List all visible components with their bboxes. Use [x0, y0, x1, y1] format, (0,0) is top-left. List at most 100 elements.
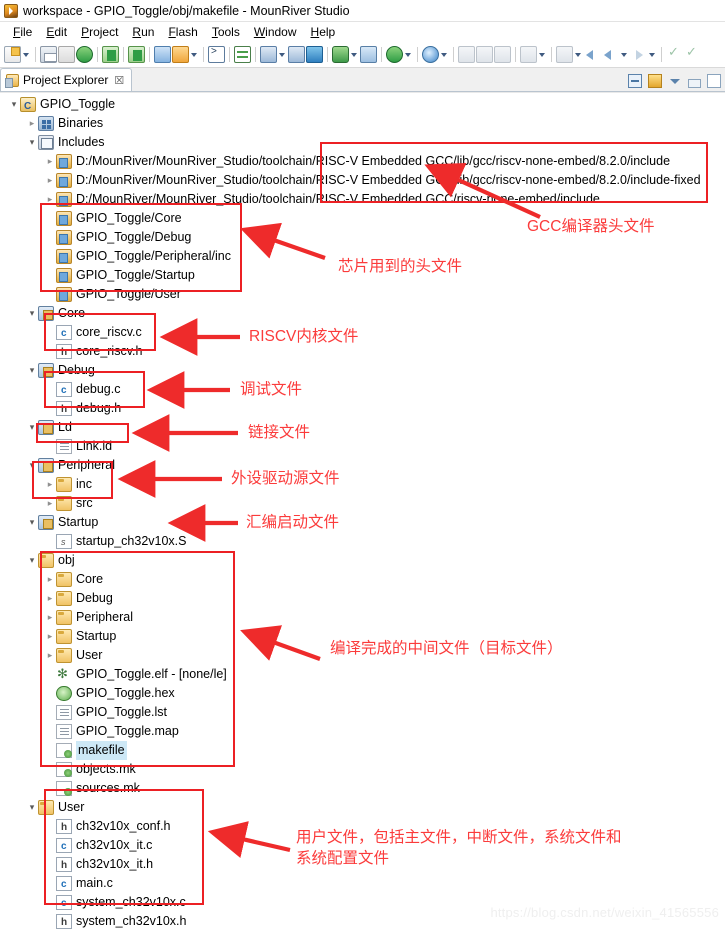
tree-item[interactable]: Core: [44, 570, 103, 589]
tree-item[interactable]: obj: [26, 551, 75, 570]
tree-item[interactable]: system_ch32v10x.c: [44, 893, 186, 913]
chevron-right-icon[interactable]: [44, 494, 56, 513]
chevron-right-icon[interactable]: [44, 608, 56, 627]
chevron-down-icon[interactable]: [26, 133, 38, 152]
tree-item[interactable]: Binaries: [26, 114, 103, 133]
menu-file[interactable]: File: [6, 24, 39, 40]
tree-item[interactable]: Ld: [26, 418, 72, 437]
profile-dropdown[interactable]: [404, 46, 413, 63]
search-icon[interactable]: [422, 46, 439, 63]
save-all-icon[interactable]: [58, 46, 75, 63]
toggle-mark-icon[interactable]: [520, 46, 537, 63]
chevron-right-icon[interactable]: [44, 171, 56, 190]
profile-icon[interactable]: [386, 46, 403, 63]
tree-item[interactable]: D:/MounRiver/MounRiver_Studio/toolchain/…: [44, 152, 670, 171]
tree-item[interactable]: sources.mk: [44, 779, 140, 798]
tab-project-explorer[interactable]: Project Explorer ☒: [0, 68, 133, 91]
menu-flash[interactable]: Flash: [161, 24, 204, 40]
open-console-icon[interactable]: [234, 46, 251, 63]
tree-item[interactable]: inc: [44, 475, 92, 494]
tree-item[interactable]: core_riscv.h: [44, 342, 142, 362]
menu-project[interactable]: Project: [74, 24, 125, 40]
chevron-down-icon[interactable]: [26, 513, 38, 532]
bookmark-icon[interactable]: [556, 46, 573, 63]
build-project-icon[interactable]: [76, 46, 93, 63]
tree-item[interactable]: ch32v10x_conf.h: [44, 817, 171, 837]
manage-configs-dropdown[interactable]: [190, 46, 199, 63]
tree-item[interactable]: debug.h: [44, 399, 121, 419]
chevron-down-icon[interactable]: [26, 418, 38, 437]
search-dropdown[interactable]: [440, 46, 449, 63]
tree-item[interactable]: GPIO_Toggle.elf - [none/le]: [44, 664, 227, 684]
tree-item[interactable]: Startup: [44, 627, 116, 646]
build-all-icon[interactable]: [102, 46, 119, 63]
tree-item[interactable]: Link.ld: [44, 437, 112, 456]
debug-dropdown[interactable]: [350, 46, 359, 63]
menu-tools[interactable]: Tools: [205, 24, 247, 40]
link-with-editor-icon[interactable]: [648, 74, 662, 88]
tree-item[interactable]: src: [44, 494, 93, 513]
back-icon[interactable]: [602, 46, 619, 63]
check-alt-icon[interactable]: [684, 44, 701, 63]
chevron-down-icon[interactable]: [26, 304, 38, 323]
next-annotation-icon[interactable]: [458, 46, 475, 63]
save-icon[interactable]: [40, 46, 57, 63]
chevron-right-icon[interactable]: [26, 114, 38, 133]
new-file-icon[interactable]: [4, 46, 21, 63]
chevron-right-icon[interactable]: [44, 570, 56, 589]
tree-item[interactable]: GPIO_Toggle/Startup: [44, 266, 195, 285]
forward-icon[interactable]: [630, 46, 647, 63]
tree-item[interactable]: D:/MounRiver/MounRiver_Studio/toolchain/…: [44, 171, 701, 190]
chevron-down-icon[interactable]: [8, 95, 20, 114]
chevron-down-icon[interactable]: [26, 798, 38, 817]
last-edit-location-icon[interactable]: [494, 46, 511, 63]
back-dropdown[interactable]: [620, 46, 629, 63]
tree-item[interactable]: GPIO_Toggle/Peripheral/inc: [44, 247, 231, 266]
chevron-right-icon[interactable]: [44, 190, 56, 209]
new-file-dropdown[interactable]: [22, 46, 31, 63]
tree-item[interactable]: ch32v10x_it.c: [44, 836, 152, 856]
open-terminal-icon[interactable]: [208, 46, 225, 63]
download-icon[interactable]: [260, 46, 277, 63]
bookmark-dropdown[interactable]: [574, 46, 583, 63]
tree-item[interactable]: Debug: [26, 361, 95, 380]
tree-item[interactable]: core_riscv.c: [44, 323, 142, 343]
chevron-down-icon[interactable]: [26, 551, 38, 570]
download-all-icon[interactable]: [288, 46, 305, 63]
run-icon[interactable]: [360, 46, 377, 63]
view-menu-icon[interactable]: [668, 74, 682, 88]
build-config-icon[interactable]: [128, 46, 145, 63]
menu-help[interactable]: Help: [304, 24, 343, 40]
tree-item[interactable]: Core: [26, 304, 85, 323]
tree-item[interactable]: Peripheral: [26, 456, 115, 475]
tree-item[interactable]: User: [44, 646, 102, 665]
new-cproject-icon[interactable]: [154, 46, 171, 63]
menu-run[interactable]: Run: [125, 24, 161, 40]
tree-item[interactable]: Includes: [26, 133, 105, 152]
chevron-right-icon[interactable]: [44, 627, 56, 646]
tree-item[interactable]: GPIO_Toggle.hex: [44, 684, 175, 703]
maximize-icon[interactable]: [707, 74, 721, 88]
previous-annotation-icon[interactable]: [476, 46, 493, 63]
toggle-mark-dropdown[interactable]: [538, 46, 547, 63]
tree-item[interactable]: startup_ch32v10x.S: [44, 532, 187, 552]
stack-icon[interactable]: [306, 46, 323, 63]
tree-item[interactable]: Debug: [44, 589, 113, 608]
collapse-all-icon[interactable]: [628, 74, 642, 88]
tree-item[interactable]: GPIO_Toggle: [8, 95, 115, 116]
download-dropdown[interactable]: [278, 46, 287, 63]
close-icon[interactable]: ☒: [114, 74, 124, 87]
tree-item[interactable]: debug.c: [44, 380, 120, 400]
tree-item[interactable]: D:/MounRiver/MounRiver_Studio/toolchain/…: [44, 190, 600, 209]
chevron-right-icon[interactable]: [44, 475, 56, 494]
tree-item[interactable]: GPIO_Toggle/Core: [44, 209, 182, 228]
tree-item[interactable]: main.c: [44, 874, 113, 894]
forward-dropdown[interactable]: [648, 46, 657, 63]
tree-item[interactable]: Startup: [26, 513, 98, 532]
chevron-right-icon[interactable]: [44, 152, 56, 171]
check-icon[interactable]: [666, 44, 683, 63]
back-small-icon[interactable]: [584, 46, 601, 63]
chevron-down-icon[interactable]: [26, 361, 38, 380]
tree-item[interactable]: objects.mk: [44, 760, 136, 779]
tree-item[interactable]: system_ch32v10x.h: [44, 912, 186, 932]
